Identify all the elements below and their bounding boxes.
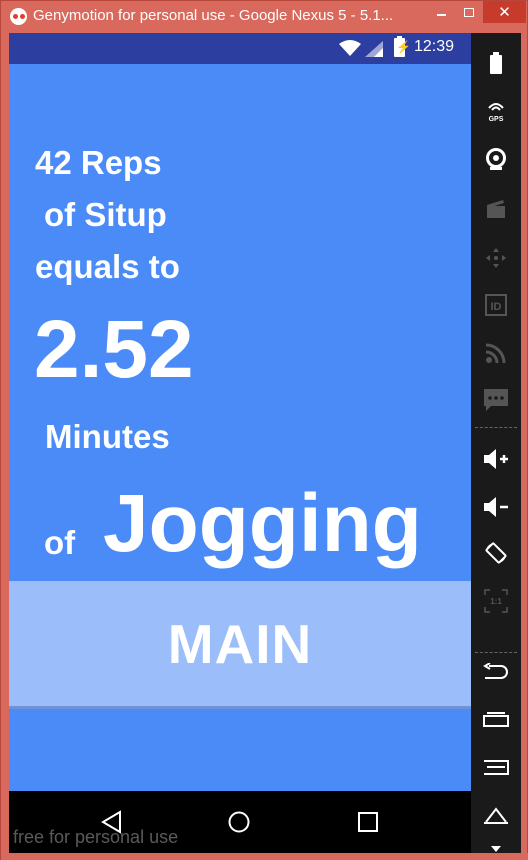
close-button[interactable]: ✕ [483, 1, 526, 23]
genymotion-toolbar: GPS ID 1:1 [471, 33, 521, 853]
volume-down-icon [484, 497, 508, 517]
home-icon [228, 811, 250, 833]
watermark-text: free for personal use [13, 827, 179, 847]
rss-icon [485, 343, 506, 364]
equals-text: equals to [35, 248, 180, 285]
pixel-perfect-button[interactable]: 1:1 [471, 581, 521, 621]
device-id-icon: ID [485, 294, 507, 316]
battery-widget-button[interactable] [471, 43, 521, 83]
minutes-label: Minutes [45, 418, 170, 455]
main-button[interactable]: MAIN [9, 581, 471, 709]
title-bar[interactable]: Genymotion for personal use - Google Nex… [1, 1, 528, 33]
window-title: Genymotion for personal use - Google Nex… [33, 7, 394, 24]
sms-icon [484, 389, 508, 411]
gps-icon: GPS [488, 103, 504, 123]
volume-down-button[interactable] [471, 487, 521, 527]
menu-icon [484, 760, 509, 775]
minimize-button[interactable] [427, 1, 455, 23]
home-icon [484, 807, 508, 824]
wifi-icon [339, 40, 361, 56]
signal-icon [365, 41, 383, 57]
screencast-widget-button[interactable] [471, 189, 521, 229]
dpad-widget-button[interactable] [471, 238, 521, 278]
pixel-perfect-label: 1:1 [490, 597, 502, 606]
volume-up-icon [484, 449, 508, 469]
rotate-icon [485, 542, 507, 564]
rotate-button[interactable] [471, 533, 521, 573]
dpad-icon [486, 248, 506, 268]
device-id-label: ID [491, 301, 502, 313]
genymotion-logo-icon [10, 8, 27, 25]
battery-icon [490, 52, 502, 74]
rss-widget-button[interactable] [471, 333, 521, 373]
screencast-icon [487, 200, 505, 218]
reps-text: 42 Reps [35, 144, 162, 181]
volume-up-button[interactable] [471, 439, 521, 479]
close-icon: ✕ [498, 2, 511, 21]
device-screen: ⚡ 12:39 42 Reps of Situp equals to 2.52 … [9, 33, 471, 853]
back-icon [483, 663, 508, 679]
clock: 12:39 [414, 38, 455, 55]
emulator-window: Genymotion for personal use - Google Nex… [0, 0, 528, 860]
device-id-widget-button[interactable]: ID [471, 285, 521, 325]
battery-charging-icon: ⚡ [394, 36, 411, 57]
maximize-button[interactable] [455, 1, 483, 23]
webcam-icon [486, 148, 506, 170]
gps-widget-button[interactable]: GPS [471, 91, 521, 131]
android-recents-button[interactable] [471, 699, 521, 739]
nav-recents-button[interactable] [338, 791, 398, 853]
activity-label: Jogging [103, 478, 422, 569]
sms-widget-button[interactable] [471, 380, 521, 420]
nav-home-button[interactable] [209, 791, 269, 853]
pixel-perfect-icon: 1:1 [484, 589, 508, 613]
recents-icon [483, 712, 509, 727]
webcam-widget-button[interactable] [471, 140, 521, 180]
recents-icon [358, 812, 378, 832]
of-label: of [44, 524, 76, 561]
result-value: 2.52 [34, 304, 194, 395]
status-bar: ⚡ 12:39 [9, 33, 471, 64]
gps-label: GPS [489, 116, 504, 123]
android-menu-button[interactable] [471, 747, 521, 787]
toolbar-divider [475, 427, 517, 428]
window-bottom-border [1, 853, 528, 860]
android-back-button[interactable] [471, 651, 521, 691]
exercise-text: of Situp [44, 196, 167, 233]
